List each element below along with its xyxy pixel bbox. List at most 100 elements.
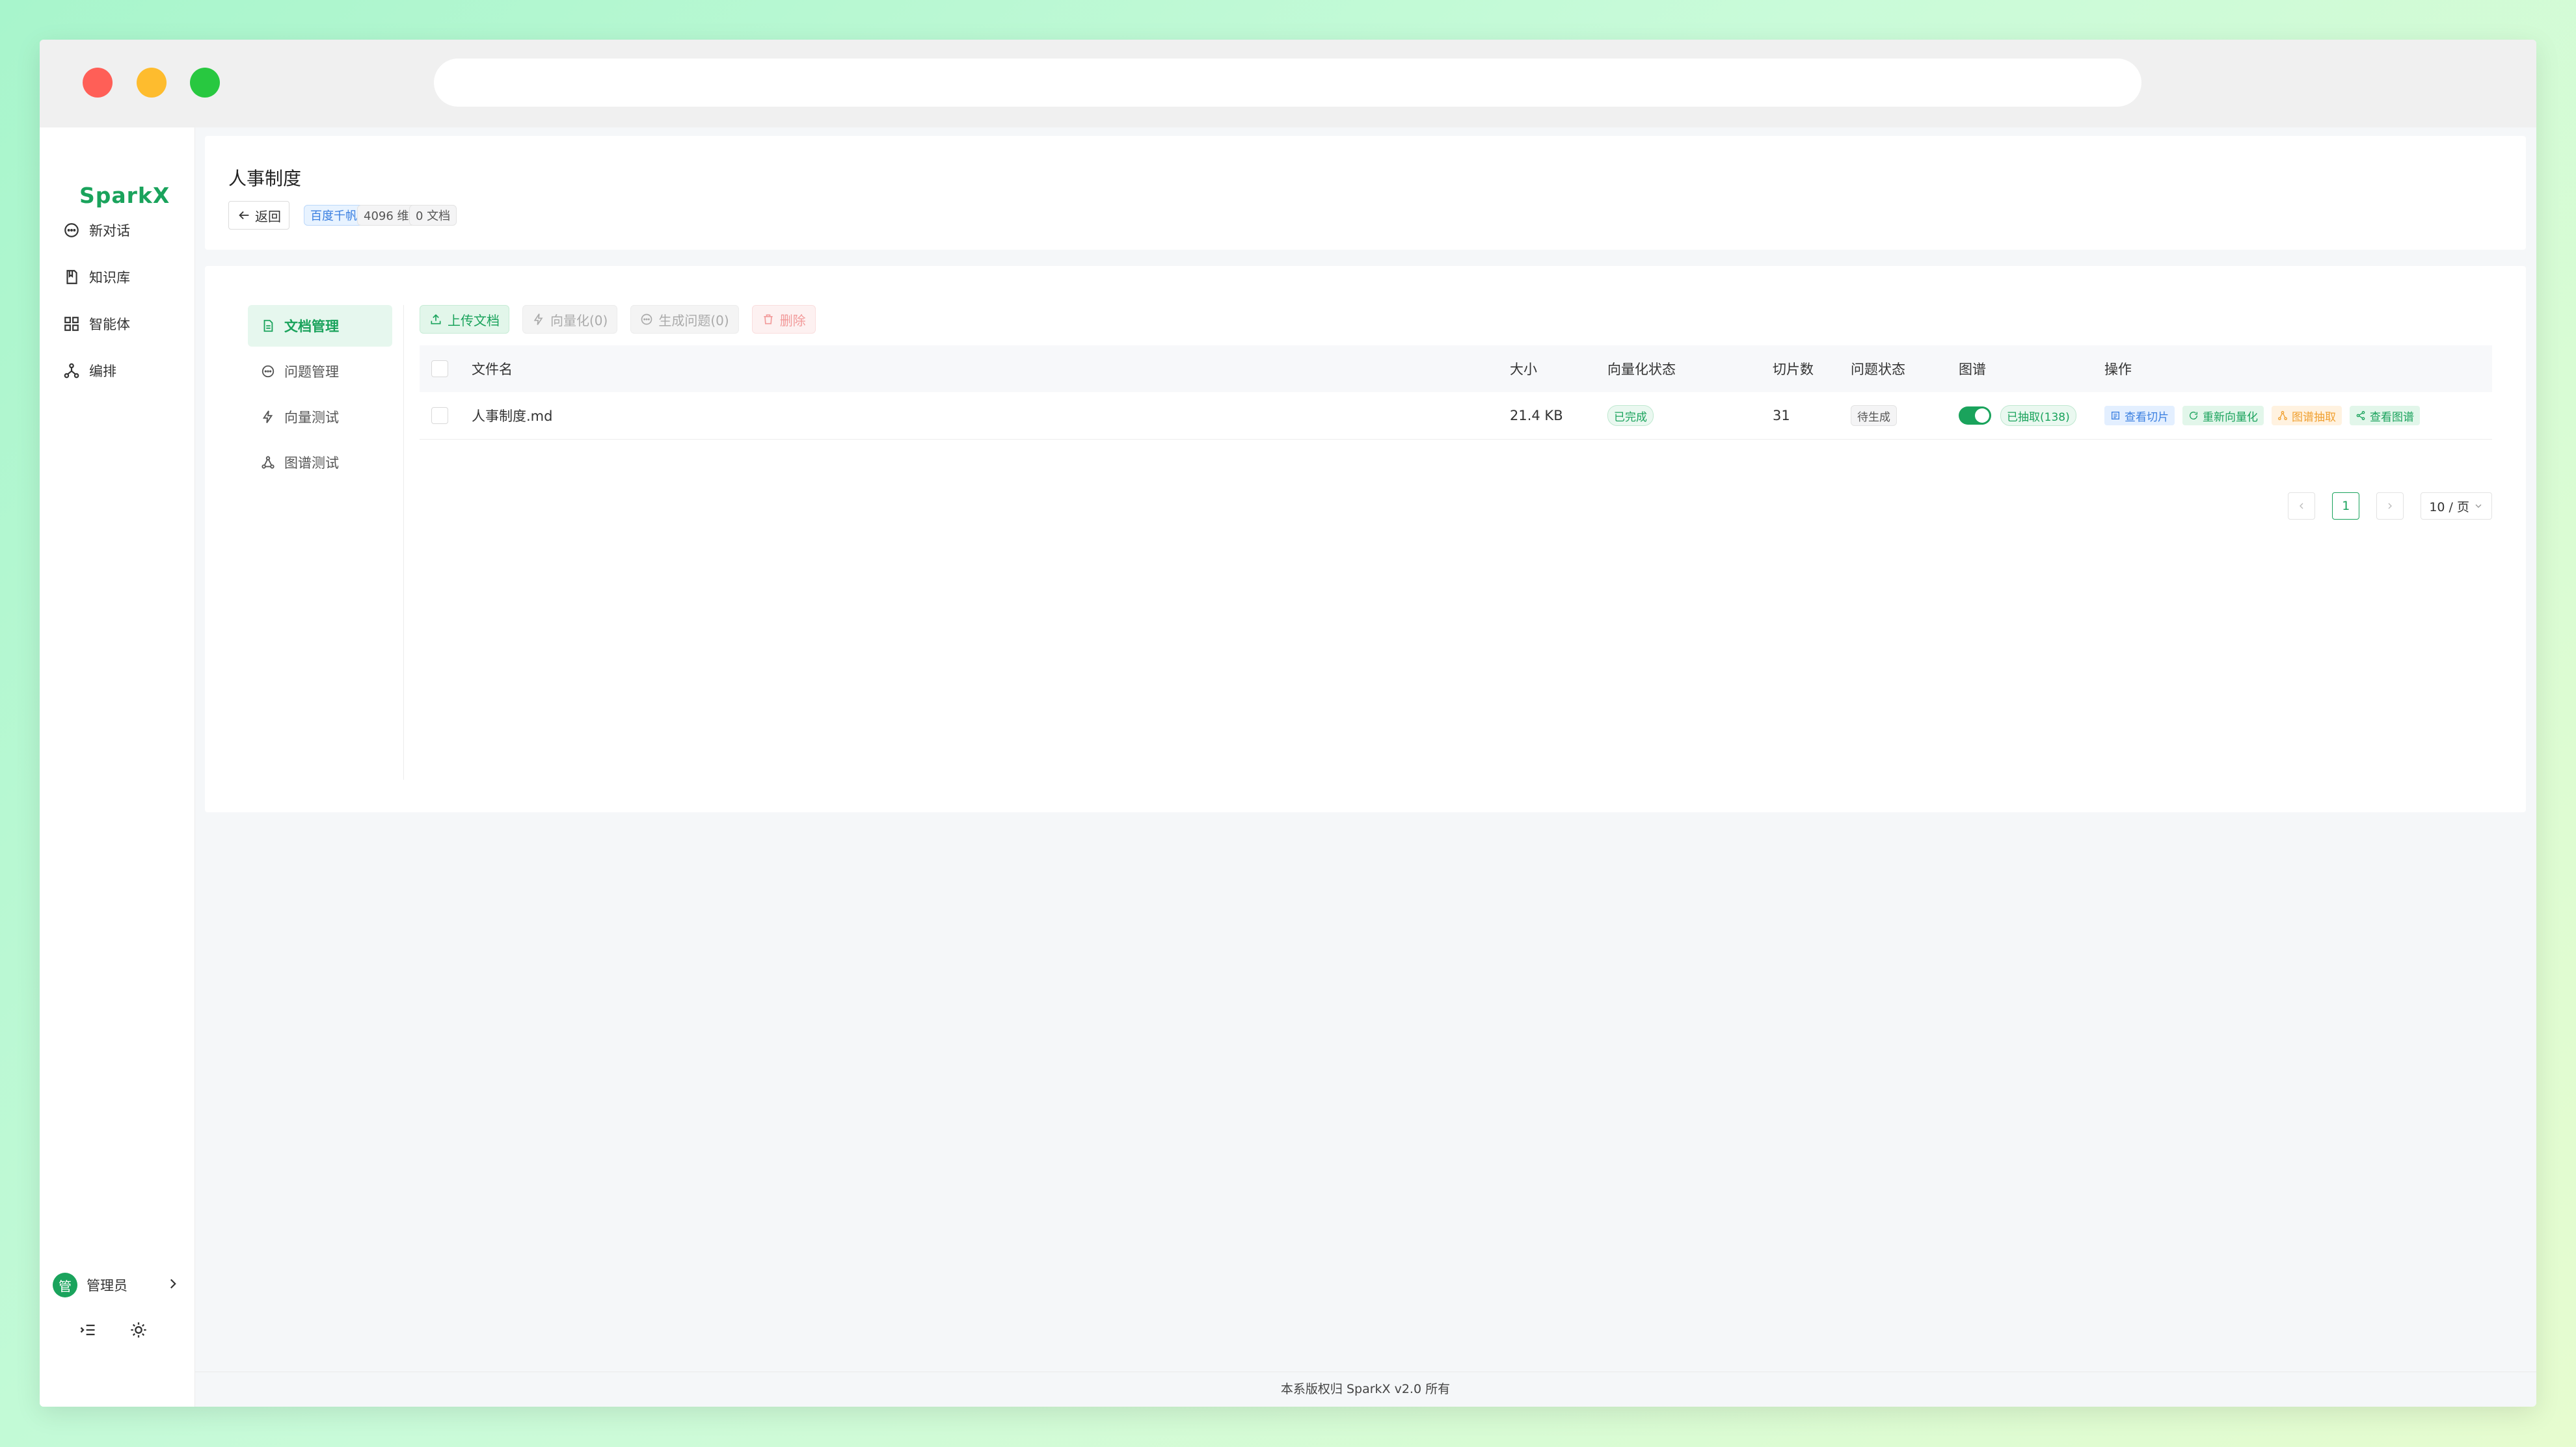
title-bar [40,40,2536,127]
revectorize-label: 重新向量化 [2203,410,2258,424]
subnav-graph-test[interactable]: 图谱测试 [248,442,392,483]
view-graph-label: 查看图谱 [2370,410,2414,424]
sidebar-item-new-chat[interactable]: 新对话 [63,214,130,246]
sidebar-item-label: 编排 [89,364,116,379]
column-header-size: 大小 [1510,362,1537,377]
page-title: 人事制度 [228,168,302,189]
sidebar-item-agents[interactable]: 智能体 [63,308,130,340]
graph-status-badge: 已抽取(138) [2000,405,2076,426]
subnav-label: 问题管理 [284,364,339,380]
column-header-actions: 操作 [2104,362,2132,377]
grid-icon [64,317,79,331]
page-size-select[interactable]: 10 / 页 [2421,492,2492,520]
graph-extract-button[interactable]: 图谱抽取 [2272,406,2342,425]
sidebar-bottom-controls [79,1321,148,1339]
chevron-left-icon [2300,503,2303,509]
app-logo: SparkX [79,183,170,208]
arrow-left-icon [239,211,249,220]
next-page-button[interactable] [2376,492,2404,520]
graph-toggle[interactable] [1959,406,1991,425]
document-count-tag: 0 文档 [409,205,457,226]
chat-bubble-icon [641,313,652,325]
subnav-document-management[interactable]: 文档管理 [248,305,392,347]
revectorize-button[interactable]: 重新向量化 [2182,406,2264,425]
address-bar[interactable] [434,59,2141,107]
prev-page-button[interactable] [2288,492,2316,520]
sidebar-item-label: 知识库 [89,270,130,285]
sidebar-item-orchestration[interactable]: 编排 [63,354,116,387]
chat-bubble-icon [64,223,79,237]
collapse-menu-icon[interactable] [79,1321,97,1339]
view-chunks-icon [2112,412,2119,419]
table-row: 人事制度.md 21.4 KB 已完成 31 待生成 已抽取(138) 查看切片 [420,392,2492,440]
row-actions: 查看切片 重新向量化 图谱抽取 查看图谱 [2104,392,2428,439]
vectorize-button[interactable]: 向量化(0) [522,305,618,334]
generate-questions-label: 生成问题(0) [658,312,729,328]
subnav-label: 向量测试 [284,410,339,425]
sidebar: SparkX 新对话 知识库 智能体 编排 管 管理员 [40,127,195,1407]
subnav-label: 文档管理 [284,319,339,334]
page-number-button[interactable]: 1 [2332,492,2360,520]
maximize-window-button[interactable] [190,68,220,98]
subnav-vector-test[interactable]: 向量测试 [248,396,392,438]
close-window-button[interactable] [83,68,113,98]
graph-nodes-icon [262,456,275,469]
document-icon [263,319,273,332]
view-graph-button[interactable]: 查看图谱 [2350,406,2420,425]
minimize-window-button[interactable] [137,68,167,98]
size-cell: 21.4 KB [1510,408,1563,423]
user-name: 管理员 [87,1278,127,1294]
refresh-icon [2190,412,2198,419]
trash-icon [764,314,773,325]
subnav-question-management[interactable]: 问题管理 [248,351,392,392]
view-chunks-button[interactable]: 查看切片 [2104,406,2175,425]
lightning-icon [533,313,543,325]
chat-bubble-icon [262,365,275,378]
graph-nodes-icon [2278,411,2287,420]
graph-extract-label: 图谱抽取 [2292,410,2336,424]
document-toolbar: 上传文档 向量化(0) 生成问题(0) 删除 [420,305,816,334]
sidebar-item-knowledge-base[interactable]: 知识库 [63,261,130,293]
embedding-provider-tag: 百度千帆 [304,205,364,226]
footer-copyright: 本系版权归 SparkX v2.0 所有 [1280,1382,1451,1396]
chunks-cell: 31 [1773,408,1790,423]
table-header: 文件名 大小 向量化状态 切片数 问题状态 图谱 操作 [420,345,2492,393]
subnav-label: 图谱测试 [284,455,339,471]
vectorize-label: 向量化(0) [550,312,608,328]
knowledge-base-header: 人事制度 返回 百度千帆 4096 维 0 文档 [205,136,2526,250]
chevron-right-icon [170,1279,176,1289]
delete-label: 删除 [779,312,806,328]
upload-label: 上传文档 [448,312,500,328]
lightning-icon [262,410,273,423]
upload-icon [431,314,441,325]
vector-status-badge: 已完成 [1607,405,1654,426]
user-menu[interactable]: 管 管理员 [53,1269,189,1301]
chevron-down-icon [2475,504,2482,508]
back-button[interactable]: 返回 [228,201,289,230]
generate-questions-button[interactable]: 生成问题(0) [630,305,739,334]
select-all-checkbox[interactable] [431,360,448,377]
app-window: SparkX 新对话 知识库 智能体 编排 管 管理员 人事制度 返回 百度千帆… [40,40,2536,1407]
avatar: 管 [53,1273,77,1297]
row-checkbox[interactable] [431,407,448,424]
sun-theme-icon[interactable] [129,1321,148,1339]
column-header-filename: 文件名 [472,362,513,377]
dimension-tag: 4096 维 [357,205,416,226]
page-size-value: 10 / 页 [2429,499,2469,514]
book-icon [66,270,77,284]
chevron-right-icon [2388,503,2393,509]
view-chunks-label: 查看切片 [2125,410,2169,424]
delete-button[interactable]: 删除 [751,305,816,334]
workflow-icon [64,363,79,378]
upload-document-button[interactable]: 上传文档 [420,305,509,334]
filename-cell[interactable]: 人事制度.md [472,392,552,439]
column-header-graph: 图谱 [1959,362,1986,377]
divider [403,305,404,780]
column-header-chunks: 切片数 [1773,362,1814,377]
question-status-badge: 待生成 [1851,405,1897,426]
back-label: 返回 [255,208,281,224]
pagination: 1 10 / 页 [2288,492,2492,520]
sidebar-item-label: 智能体 [89,317,130,332]
main-card: 文档管理 问题管理 向量测试 图谱测试 上传文档 向量化(0) 生成问题(0) … [205,266,2526,812]
column-header-vector-status: 向量化状态 [1607,362,1676,377]
